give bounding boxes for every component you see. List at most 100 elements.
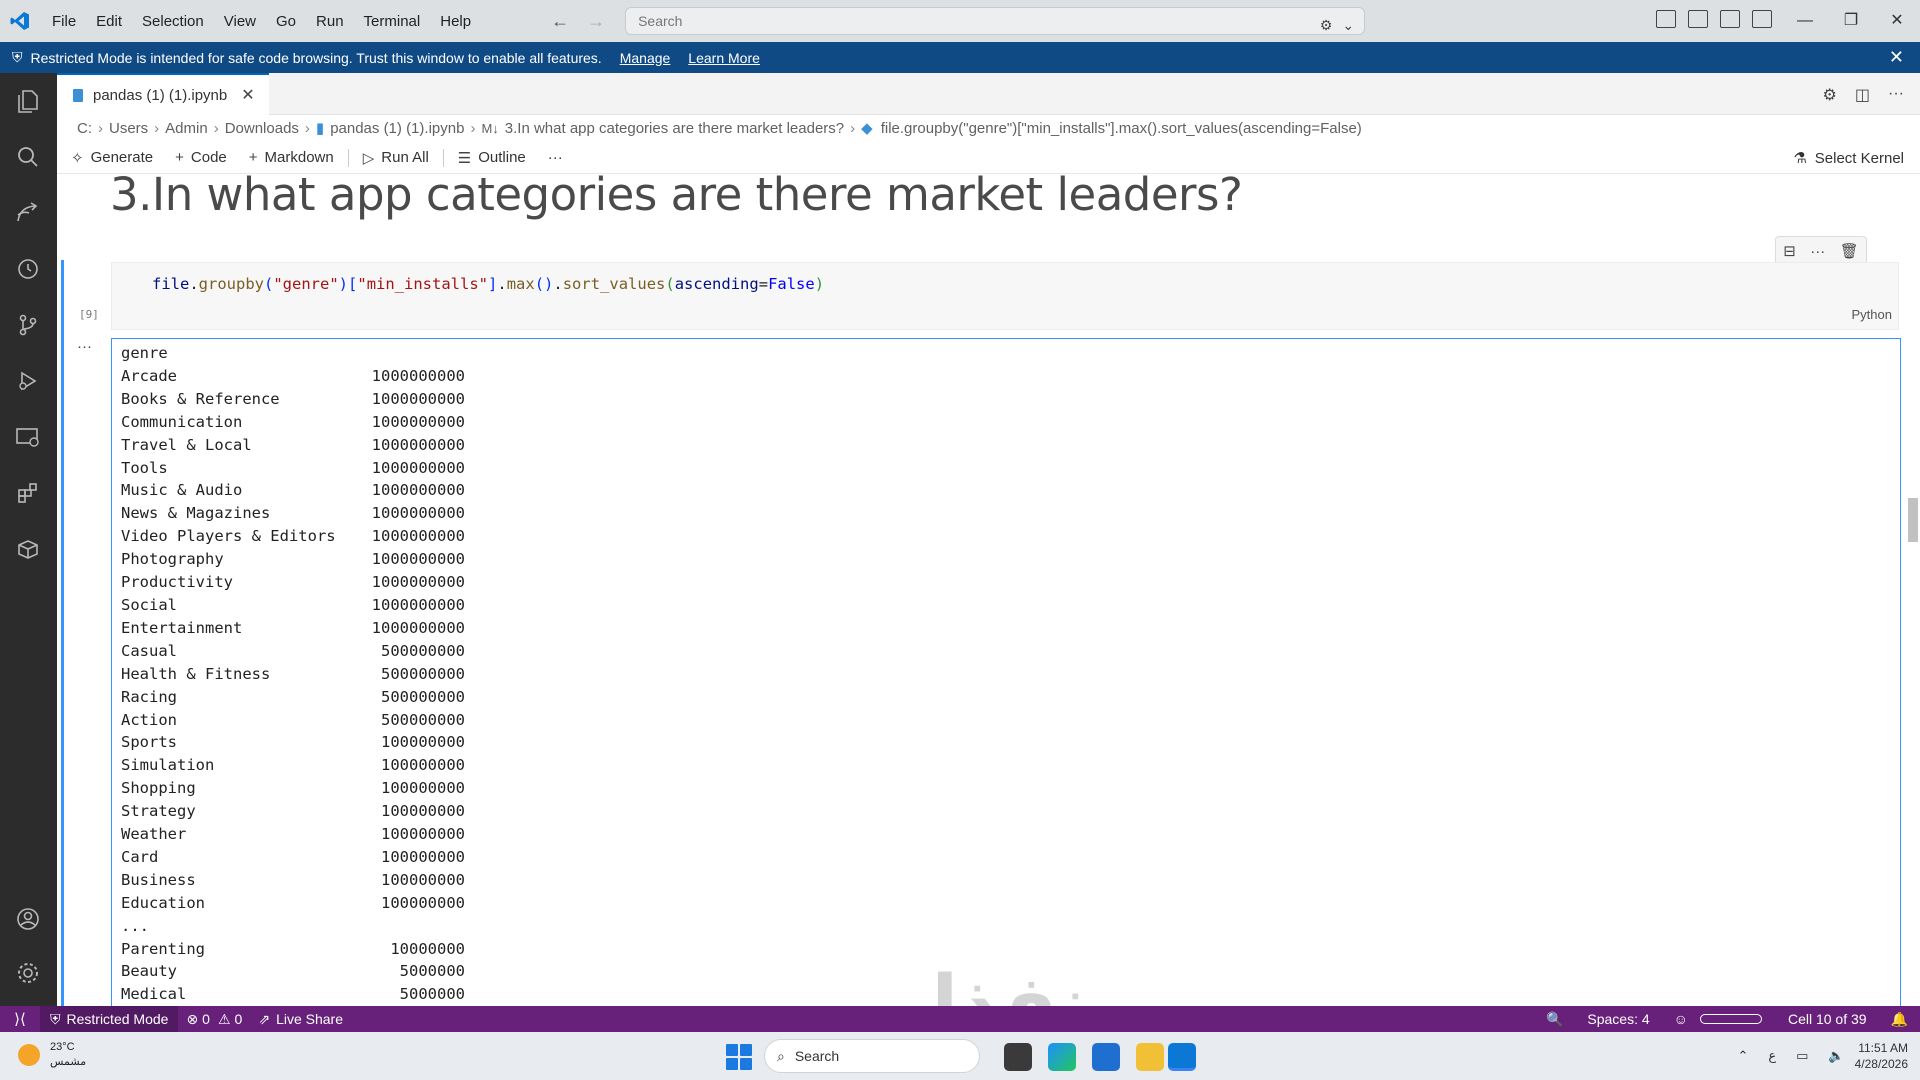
- learn-more-link[interactable]: Learn More: [688, 50, 760, 66]
- chevron-right-icon: ›: [470, 119, 476, 137]
- restricted-mode-status[interactable]: ⛨ Restricted Mode: [40, 1006, 179, 1032]
- menu-selection[interactable]: Selection: [132, 13, 214, 30]
- close-banner-icon[interactable]: ✕: [1889, 47, 1904, 68]
- breadcrumb-drive[interactable]: C:: [77, 120, 92, 137]
- menu-terminal[interactable]: Terminal: [354, 13, 431, 30]
- clock-time: 11:51 AM: [1858, 1041, 1908, 1055]
- split-cell-icon[interactable]: ⊟: [1783, 242, 1796, 260]
- taskbar-search-label: Search: [794, 1048, 840, 1064]
- close-tab-icon[interactable]: ✕: [241, 85, 254, 105]
- output-value: 500000000: [381, 664, 465, 683]
- breadcrumb-users[interactable]: Users: [109, 120, 148, 137]
- vscode-taskbar-icon[interactable]: [1168, 1043, 1196, 1071]
- code-token: sort_values: [562, 275, 666, 293]
- toggle-secondary-sidebar-icon[interactable]: [1752, 10, 1772, 28]
- toggle-sidebar-icon[interactable]: [1688, 10, 1708, 28]
- problems-status[interactable]: ⊗ 0 ⚠ 0: [178, 1011, 250, 1028]
- back-arrow-icon[interactable]: ←: [551, 11, 569, 32]
- menu-edit[interactable]: Edit: [86, 13, 132, 30]
- restore-icon[interactable]: ❐: [1828, 0, 1874, 42]
- add-markdown-button[interactable]: + Markdown: [249, 149, 334, 166]
- split-editor-icon[interactable]: ◫: [1855, 85, 1870, 105]
- chevron-up-icon[interactable]: ⌃: [1727, 1048, 1758, 1064]
- account-icon[interactable]: [14, 905, 42, 933]
- minimize-icon[interactable]: —: [1782, 0, 1828, 42]
- menu-run[interactable]: Run: [306, 13, 354, 30]
- chevron-down-icon[interactable]: ⌄: [1342, 17, 1354, 34]
- forward-arrow-icon[interactable]: →: [587, 11, 605, 32]
- code-cell[interactable]: file.groupby("genre")["min_installs"].ma…: [111, 262, 1899, 330]
- remote-icon[interactable]: [14, 423, 42, 451]
- breadcrumb-heading[interactable]: 3.In what app categories are there marke…: [505, 120, 844, 137]
- menu-file[interactable]: File: [42, 13, 86, 30]
- close-window-icon[interactable]: ✕: [1874, 0, 1920, 42]
- source-control-icon[interactable]: [14, 311, 42, 339]
- output-genre: Photography: [121, 550, 224, 569]
- edge-browser-icon[interactable]: [1048, 1043, 1076, 1071]
- list-icon: ☰: [457, 149, 472, 167]
- breadcrumb-file[interactable]: pandas (1) (1).ipynb: [330, 120, 464, 137]
- taskbar-search[interactable]: ⌕ Search: [764, 1039, 980, 1073]
- run-all-button[interactable]: ▷ Run All: [363, 149, 429, 167]
- code-line[interactable]: file.groupby("genre")["min_installs"].ma…: [152, 275, 824, 293]
- copilot-status-icon[interactable]: ☺: [1662, 1011, 1700, 1027]
- breadcrumb-admin[interactable]: Admin: [165, 120, 208, 137]
- scrollbar-thumb[interactable]: [1908, 498, 1918, 542]
- toolbar-more-button[interactable]: ···: [548, 149, 563, 166]
- settings-gear-icon[interactable]: ⚙: [1823, 85, 1837, 105]
- photos-app-icon[interactable]: [1092, 1043, 1120, 1071]
- generate-button[interactable]: ✧ Generate: [71, 149, 153, 167]
- weather-widget[interactable]: 23°C مشمس: [18, 1040, 86, 1070]
- outline-button[interactable]: ☰ Outline: [458, 149, 526, 167]
- windows-taskbar: 23°C مشمس ⌕ Search ⌃ ع ▭ 🔈 11:51 AM 4/28…: [0, 1032, 1920, 1080]
- output-genre: Action: [121, 710, 177, 729]
- code-token: "min_installs": [357, 275, 489, 293]
- cell-more-icon[interactable]: ···: [1810, 243, 1825, 260]
- remote-explorer-icon[interactable]: [14, 199, 42, 227]
- breadcrumb-downloads[interactable]: Downloads: [225, 120, 299, 137]
- code-token: ]: [488, 275, 498, 293]
- menu-help[interactable]: Help: [430, 13, 481, 30]
- run-debug-icon[interactable]: [14, 367, 42, 395]
- markdown-heading: 3.In what app categories are there marke…: [110, 168, 1243, 221]
- live-share-status[interactable]: ⇗ Live Share: [250, 1011, 351, 1028]
- start-button-icon[interactable]: [726, 1044, 752, 1070]
- search-icon[interactable]: [14, 143, 42, 171]
- output-actions-icon[interactable]: ···: [77, 338, 92, 355]
- clock[interactable]: 11:51 AM 4/28/2026: [1855, 1040, 1920, 1072]
- zoom-icon[interactable]: 🔍: [1534, 1011, 1575, 1028]
- customize-layout-icon[interactable]: [1656, 10, 1676, 28]
- command-center-search[interactable]: Search ⚙ ⌄: [625, 7, 1366, 35]
- timeline-icon[interactable]: [14, 255, 42, 283]
- explorer-icon[interactable]: [14, 87, 42, 115]
- manage-gear-icon[interactable]: [14, 959, 42, 987]
- copilot-icon[interactable]: ⚙: [1320, 17, 1333, 34]
- output-value: 100000000: [381, 825, 465, 844]
- window-controls: — ❐ ✕: [1782, 0, 1920, 42]
- toggle-panel-icon[interactable]: [1720, 10, 1740, 28]
- indentation-status[interactable]: Spaces: 4: [1575, 1011, 1661, 1027]
- volume-icon[interactable]: 🔈: [1818, 1048, 1854, 1064]
- code-token: file: [152, 275, 190, 293]
- menu-go[interactable]: Go: [266, 13, 306, 30]
- file-explorer-icon[interactable]: [1136, 1043, 1164, 1071]
- tab-notebook[interactable]: pandas (1) (1).ipynb ✕: [57, 73, 269, 115]
- menu-view[interactable]: View: [214, 13, 266, 30]
- breadcrumb-cell[interactable]: file.groupby("genre")["min_installs"].ma…: [881, 120, 1362, 137]
- network-icon[interactable]: ▭: [1786, 1048, 1818, 1064]
- cell-position-status[interactable]: Cell 10 of 39: [1776, 1011, 1879, 1027]
- extensions-icon[interactable]: [14, 479, 42, 507]
- more-actions-icon[interactable]: ···: [1888, 85, 1904, 105]
- delete-cell-icon[interactable]: 🗑: [1840, 242, 1859, 260]
- cell-language[interactable]: Python: [1852, 307, 1892, 322]
- input-language[interactable]: ع: [1758, 1048, 1786, 1064]
- chevron-right-icon: ›: [850, 119, 856, 137]
- output-genre: News & Magazines: [121, 504, 271, 523]
- remote-indicator-icon[interactable]: ⟩⟨: [0, 1006, 40, 1032]
- package-icon[interactable]: [14, 535, 42, 563]
- manage-link[interactable]: Manage: [620, 50, 671, 66]
- add-code-button[interactable]: + Code: [175, 149, 227, 166]
- notifications-bell-icon[interactable]: 🔔: [1879, 1011, 1920, 1028]
- task-view-icon[interactable]: [1004, 1043, 1032, 1071]
- select-kernel-button[interactable]: ⚗ Select Kernel: [1793, 149, 1904, 168]
